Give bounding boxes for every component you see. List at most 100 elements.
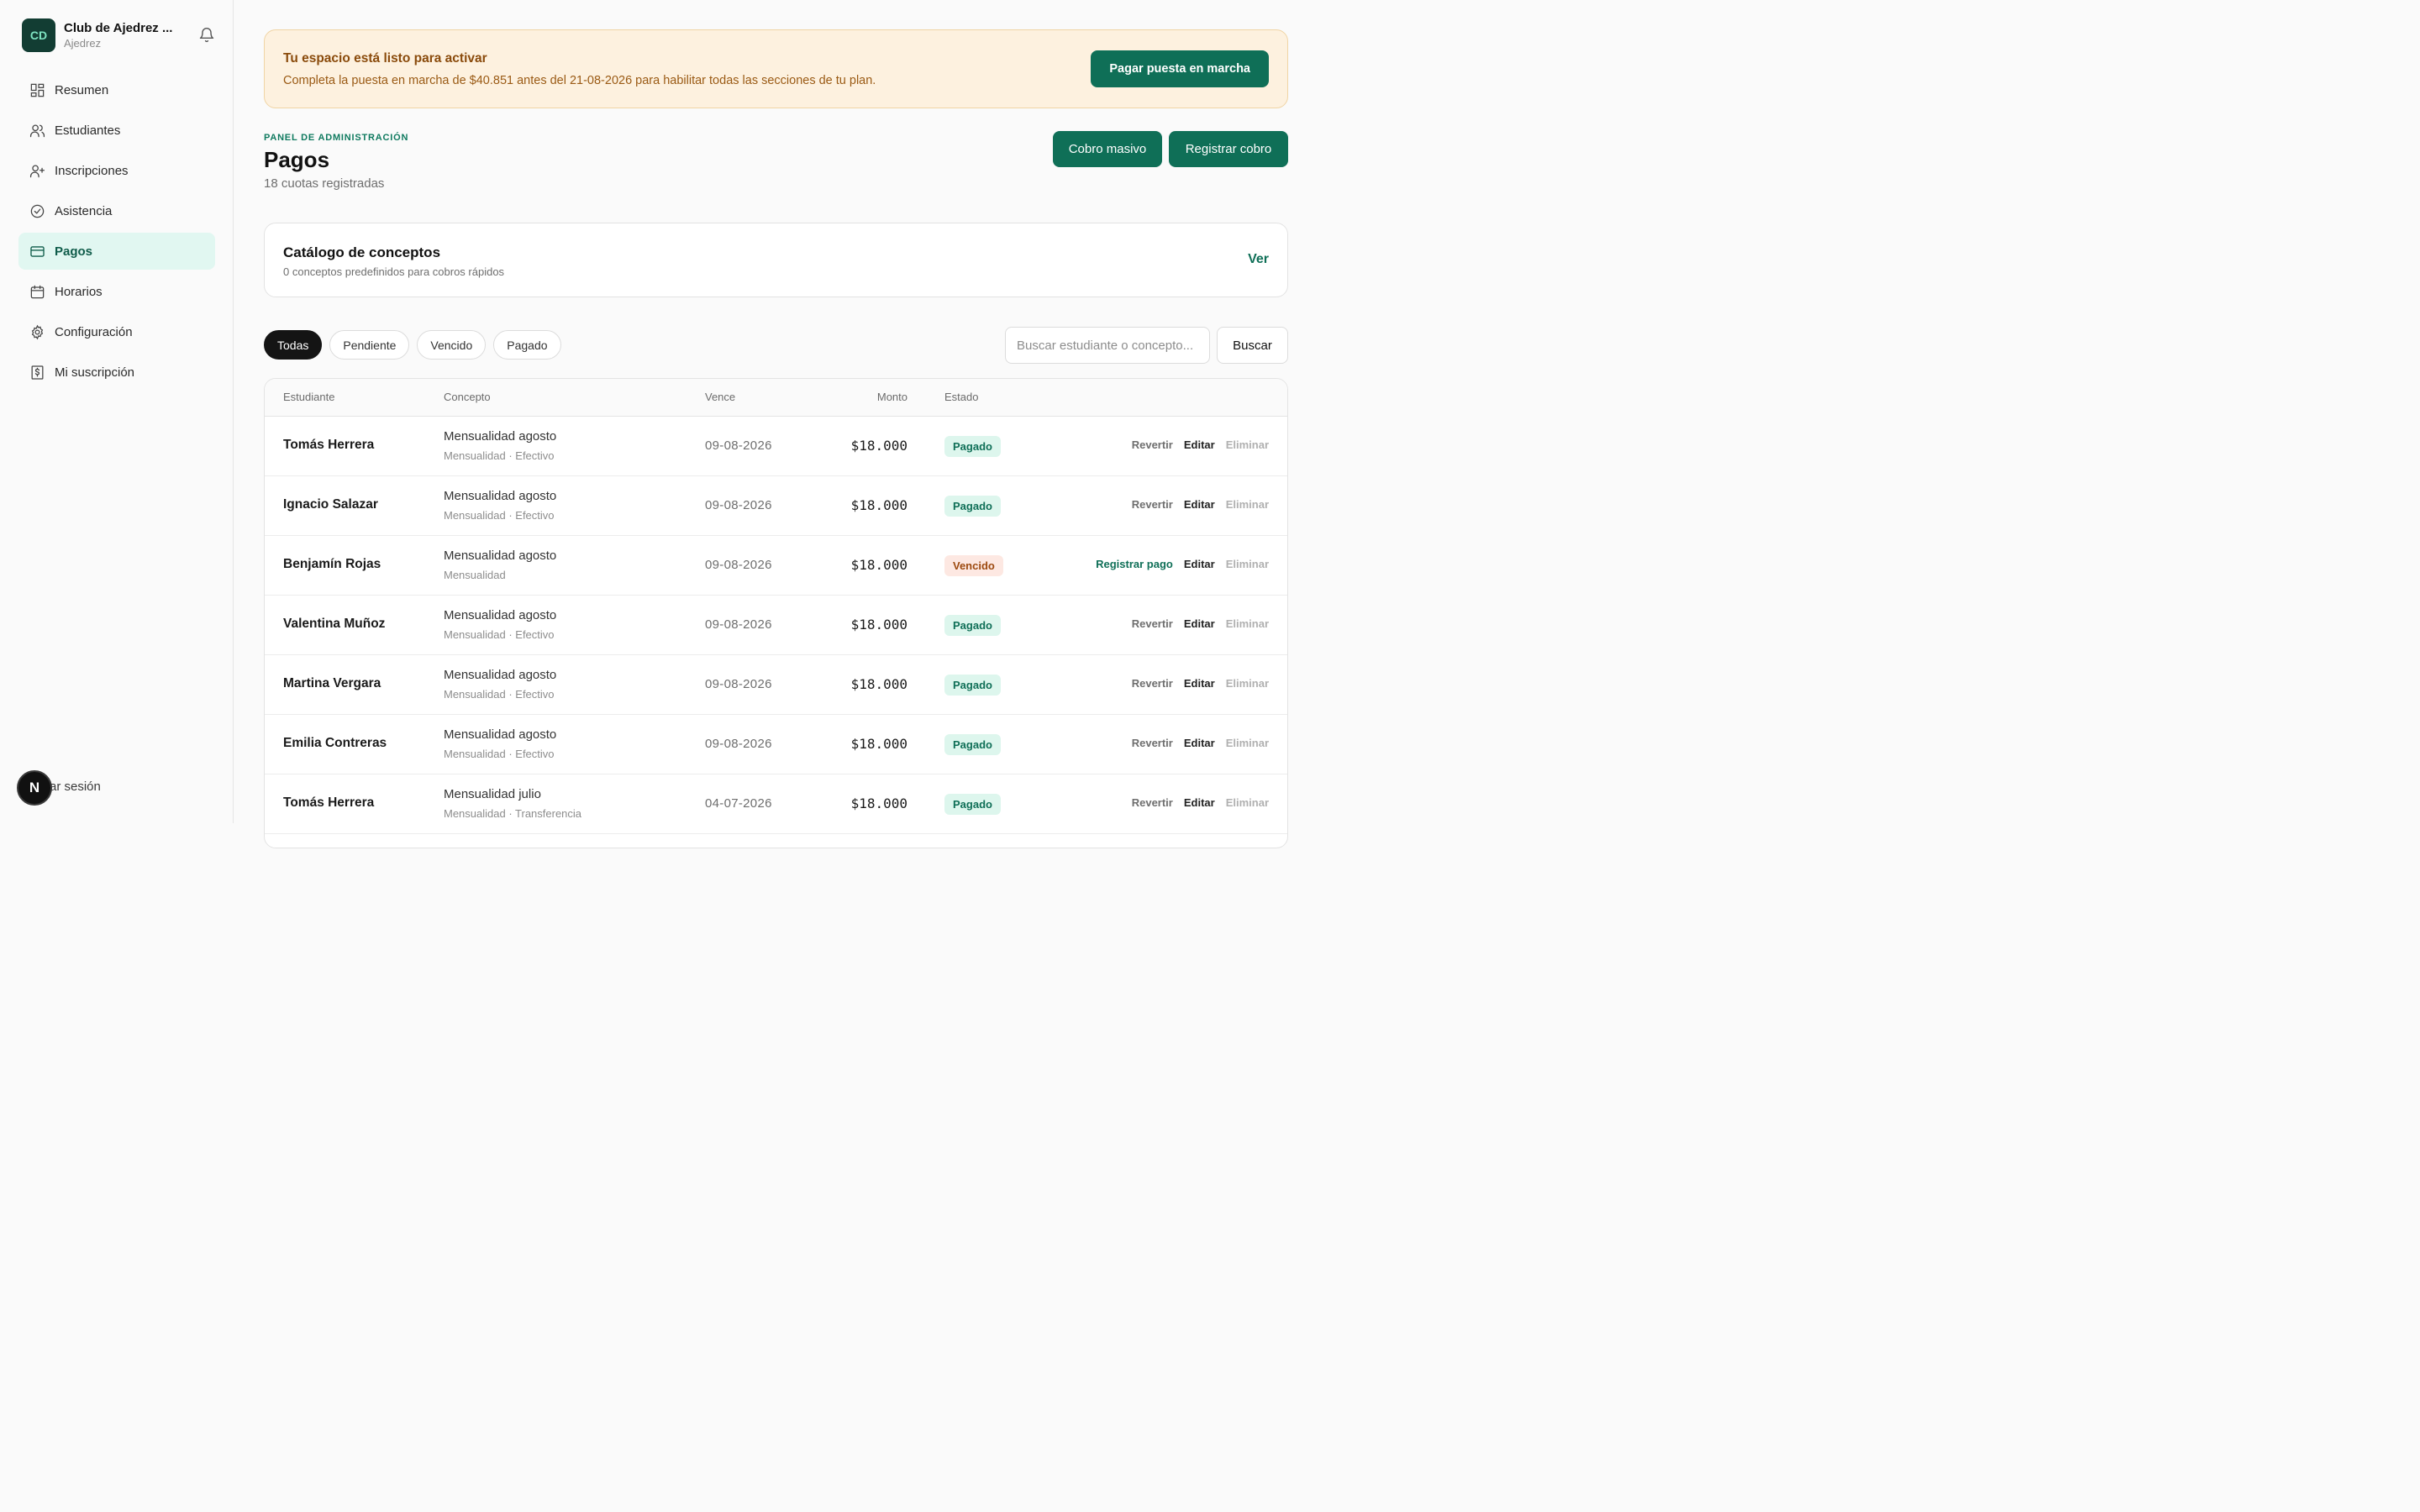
filter-pagado[interactable]: Pagado <box>493 330 561 360</box>
edit-button[interactable]: Editar <box>1184 677 1215 690</box>
filter-pendiente[interactable]: Pendiente <box>329 330 410 360</box>
search-input[interactable] <box>1005 327 1210 364</box>
due-date: 04-07-2026 <box>705 796 772 811</box>
user-plus-icon <box>29 165 45 177</box>
concept-detail: Mensualidad · Transferencia <box>444 807 582 820</box>
sidebar-item-configuracion[interactable]: Configuración <box>18 313 215 350</box>
sidebar-item-pagos[interactable]: Pagos <box>18 233 215 270</box>
sidebar-item-asistencia[interactable]: Asistencia <box>18 192 215 229</box>
delete-button[interactable]: Eliminar <box>1226 498 1269 511</box>
assistant-avatar-button[interactable]: N <box>17 770 52 806</box>
main-content: Tu espacio está listo para activar Compl… <box>264 29 1288 848</box>
due-date: 09-08-2026 <box>705 498 772 512</box>
table-row: Ignacio Salazar Mensualidad agosto Mensu… <box>265 476 1287 536</box>
column-status: Estado <box>944 391 979 403</box>
edit-button[interactable]: Editar <box>1184 617 1215 630</box>
delete-button[interactable]: Eliminar <box>1226 796 1269 809</box>
due-date: 09-08-2026 <box>705 438 772 453</box>
edit-button[interactable]: Editar <box>1184 498 1215 511</box>
row-actions: Revertir Editar Eliminar <box>1121 737 1269 749</box>
sidebar-item-label: Configuración <box>55 324 133 339</box>
status-badge: Pagado <box>944 794 1001 815</box>
amount: $18.000 <box>850 676 908 692</box>
due-date: 09-08-2026 <box>705 737 772 751</box>
catalog-title: Catálogo de conceptos <box>283 244 441 260</box>
table-row: Tomás Herrera Mensualidad julio Mensuali… <box>265 774 1287 834</box>
check-circle-icon <box>30 204 45 218</box>
concept-name: Mensualidad agosto <box>444 727 557 742</box>
banner-title: Tu espacio está listo para activar <box>283 51 487 66</box>
status-filters: Todas Pendiente Vencido Pagado <box>264 330 569 360</box>
amount: $18.000 <box>850 557 908 573</box>
concept-detail: Mensualidad · Efectivo <box>444 748 555 760</box>
register-charge-button[interactable]: Registrar cobro <box>1169 131 1288 167</box>
student-name: Valentina Muñoz <box>283 617 386 631</box>
table-row: Emilia Contreras Mensualidad agosto Mens… <box>265 715 1287 774</box>
gear-icon <box>31 324 44 339</box>
row-actions: Revertir Editar Eliminar <box>1121 677 1269 690</box>
table-row: Valentina Muñoz Mensualidad agosto Mensu… <box>265 596 1287 655</box>
concept-name: Mensualidad agosto <box>444 429 557 444</box>
sidebar-item-label: Estudiantes <box>55 123 121 138</box>
amount: $18.000 <box>850 736 908 752</box>
pay-setup-button[interactable]: Pagar puesta en marcha <box>1091 50 1269 87</box>
table-header: Estudiante Concepto Vence Monto Estado <box>265 379 1287 417</box>
sidebar-item-estudiantes[interactable]: Estudiantes <box>18 112 215 149</box>
table-row: Tomás Herrera Mensualidad agosto Mensual… <box>265 417 1287 476</box>
delete-button[interactable]: Eliminar <box>1226 438 1269 451</box>
sidebar: CD Club de Ajedrez ... Ajedrez Resumen E… <box>0 0 234 823</box>
delete-button[interactable]: Eliminar <box>1226 617 1269 630</box>
catalog-view-link[interactable]: Ver <box>1248 252 1269 267</box>
table-row: Benjamín Rojas Mensualidad agosto Mensua… <box>265 536 1287 596</box>
organization-avatar: CD <box>22 18 55 52</box>
concept-name: Mensualidad agosto <box>444 549 557 563</box>
edit-button[interactable]: Editar <box>1184 737 1215 749</box>
search-button[interactable]: Buscar <box>1217 327 1288 364</box>
bulk-charge-button[interactable]: Cobro masivo <box>1053 131 1162 167</box>
row-actions: Registrar pago Editar Eliminar <box>1085 558 1269 570</box>
delete-button[interactable]: Eliminar <box>1226 677 1269 690</box>
revert-button[interactable]: Revertir <box>1132 438 1173 451</box>
bell-icon[interactable] <box>198 27 215 44</box>
student-name: Tomás Herrera <box>283 438 375 452</box>
logout-button[interactable]: N ar sesión <box>17 770 101 806</box>
revert-button[interactable]: Revertir <box>1132 498 1173 511</box>
revert-button[interactable]: Revertir <box>1132 737 1173 749</box>
status-badge: Vencido <box>944 555 1003 576</box>
logout-label[interactable]: ar sesión <box>50 780 101 794</box>
register-payment-button[interactable]: Registrar pago <box>1096 558 1173 570</box>
column-concept: Concepto <box>444 391 491 403</box>
sidebar-item-label: Inscripciones <box>55 163 129 178</box>
sidebar-item-horarios[interactable]: Horarios <box>18 273 215 310</box>
page-eyebrow: PANEL DE ADMINISTRACIÓN <box>264 133 409 143</box>
row-actions: Revertir Editar Eliminar <box>1121 498 1269 511</box>
student-name: Benjamín Rojas <box>283 557 381 571</box>
revert-button[interactable]: Revertir <box>1132 617 1173 630</box>
concept-name: Mensualidad agosto <box>444 608 557 622</box>
due-date: 09-08-2026 <box>705 677 772 691</box>
page-subtitle: 18 cuotas registradas <box>264 176 385 191</box>
sidebar-nav: Resumen Estudiantes Inscripciones Asiste… <box>18 71 215 394</box>
organization-switcher[interactable]: CD Club de Ajedrez ... Ajedrez <box>22 18 215 52</box>
revert-button[interactable]: Revertir <box>1132 796 1173 809</box>
status-badge: Pagado <box>944 675 1001 696</box>
delete-button[interactable]: Eliminar <box>1226 737 1269 749</box>
student-name: Tomás Herrera <box>283 795 375 810</box>
edit-button[interactable]: Editar <box>1184 558 1215 570</box>
sidebar-item-mi-suscripcion[interactable]: Mi suscripción <box>18 354 215 391</box>
delete-button[interactable]: Eliminar <box>1226 558 1269 570</box>
filter-vencido[interactable]: Vencido <box>417 330 487 360</box>
edit-button[interactable]: Editar <box>1184 796 1215 809</box>
sidebar-item-label: Resumen <box>55 82 109 97</box>
concept-name: Mensualidad agosto <box>444 668 557 682</box>
filter-todas[interactable]: Todas <box>264 330 323 360</box>
organization-sport: Ajedrez <box>64 37 102 50</box>
edit-button[interactable]: Editar <box>1184 438 1215 451</box>
sidebar-item-resumen[interactable]: Resumen <box>18 71 215 108</box>
revert-button[interactable]: Revertir <box>1132 677 1173 690</box>
status-badge: Pagado <box>944 436 1001 457</box>
concept-detail: Mensualidad · Efectivo <box>444 628 555 641</box>
status-badge: Pagado <box>944 734 1001 755</box>
sidebar-item-inscripciones[interactable]: Inscripciones <box>18 152 215 189</box>
receipt-icon <box>31 365 44 380</box>
